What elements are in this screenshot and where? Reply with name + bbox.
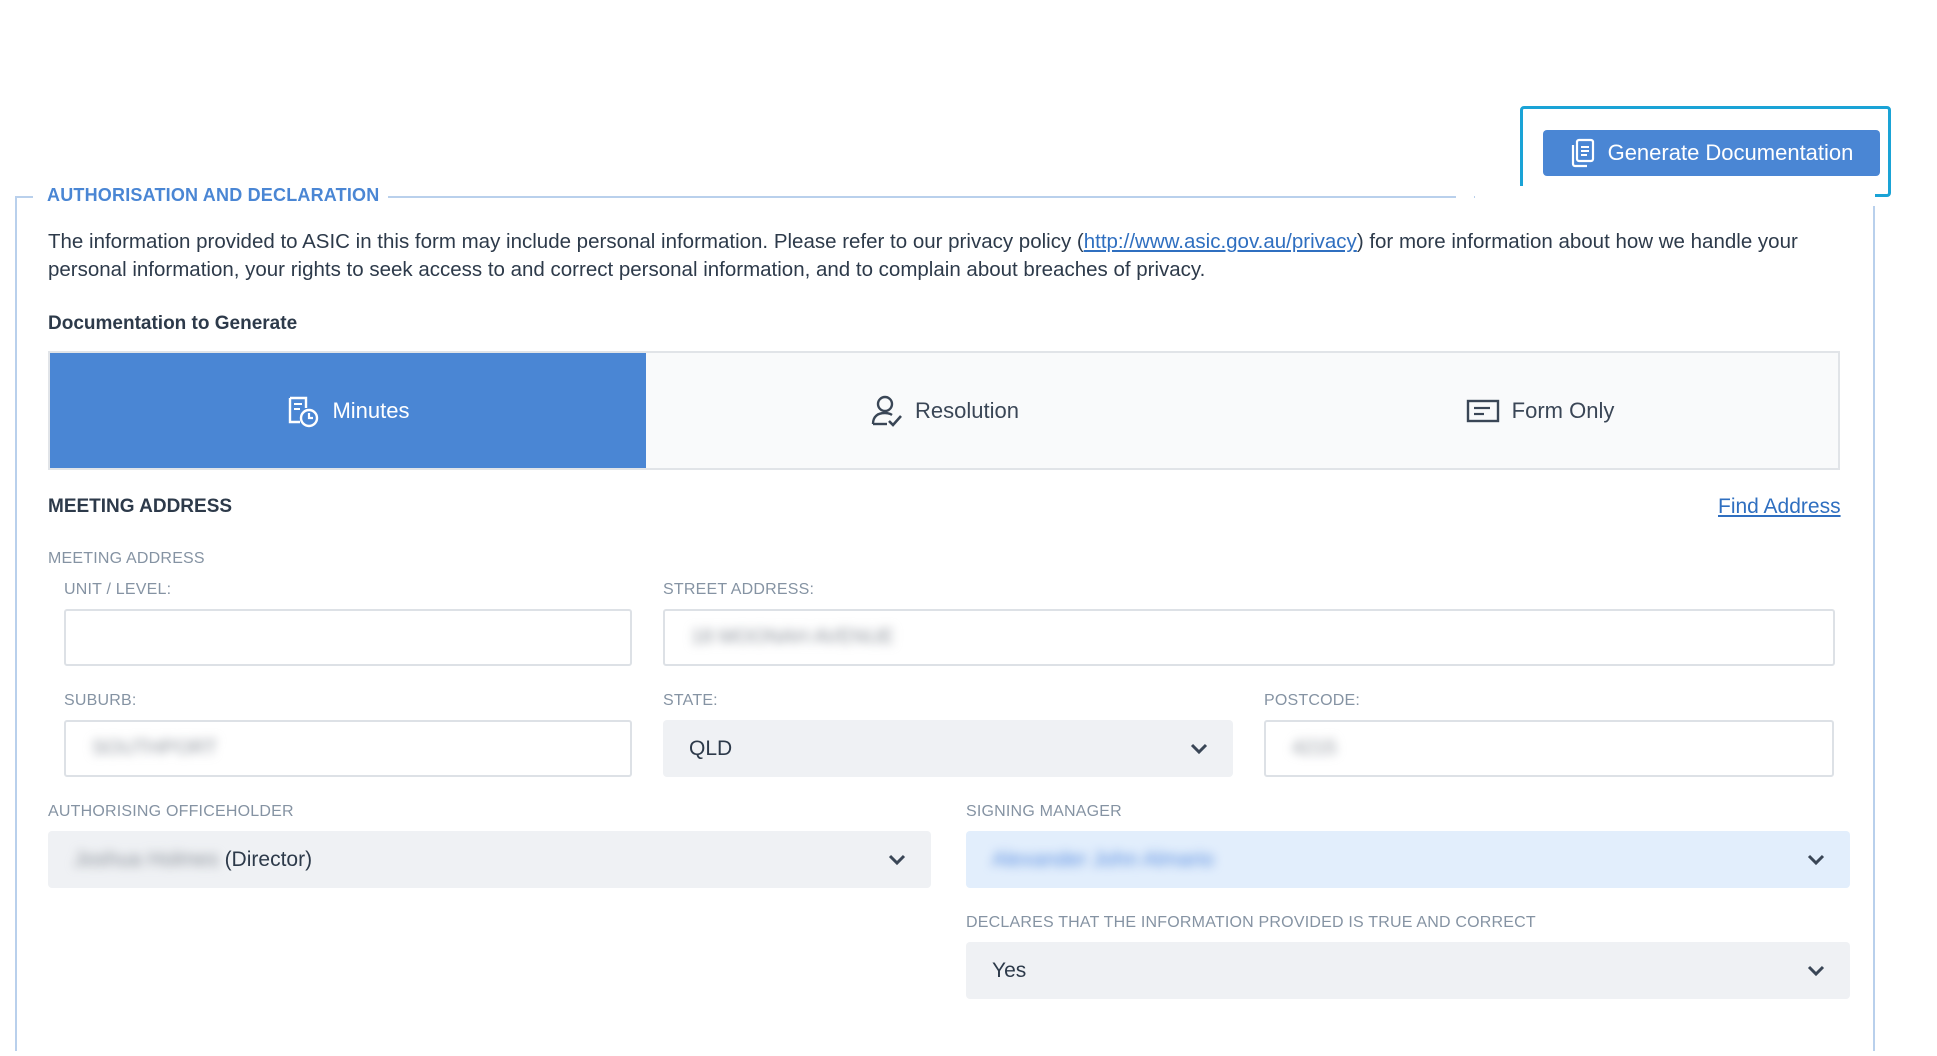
state-select[interactable]: QLD bbox=[663, 720, 1233, 777]
suburb-input[interactable]: SOUTHPORT bbox=[64, 720, 632, 777]
suburb-value: SOUTHPORT bbox=[92, 737, 218, 759]
street-address-input[interactable]: 18 MOONAH AVENUE bbox=[663, 609, 1835, 666]
unit-level-input[interactable] bbox=[64, 609, 632, 666]
chevron-down-icon bbox=[888, 854, 906, 865]
declares-value: Yes bbox=[992, 958, 1027, 982]
authorising-officeholder-label: AUTHORISING OFFICEHOLDER bbox=[48, 803, 294, 820]
unit-level-label: UNIT / LEVEL: bbox=[64, 581, 172, 598]
find-address-link[interactable]: Find Address bbox=[1718, 495, 1841, 519]
option-minutes-label: Minutes bbox=[332, 397, 410, 423]
option-resolution-label: Resolution bbox=[915, 397, 1019, 423]
section-legend: AUTHORISATION AND DECLARATION bbox=[47, 185, 380, 205]
legend-line-left bbox=[15, 196, 33, 198]
option-form-only-label: Form Only bbox=[1511, 397, 1615, 423]
option-minutes[interactable]: Minutes bbox=[50, 353, 646, 468]
privacy-link[interactable]: http://www.asic.gov.au/privacy bbox=[1084, 230, 1357, 253]
postcode-input[interactable]: 4215 bbox=[1264, 720, 1834, 777]
officeholder-name: Joshua Holmes bbox=[74, 847, 219, 871]
signing-manager-label: SIGNING MANAGER bbox=[966, 803, 1122, 820]
signing-manager-value: Alexander John Almario bbox=[992, 847, 1214, 871]
signing-manager-select[interactable]: Alexander John Almario bbox=[966, 831, 1850, 888]
officeholder-role: (Director) bbox=[218, 847, 313, 871]
street-address-label: STREET ADDRESS: bbox=[663, 581, 815, 598]
documents-icon bbox=[1571, 138, 1594, 168]
option-form-only[interactable]: Form Only bbox=[1242, 353, 1838, 468]
generate-documentation-button[interactable]: Generate Documentation bbox=[1543, 130, 1880, 176]
declares-label: DECLARES THAT THE INFORMATION PROVIDED I… bbox=[966, 914, 1536, 931]
state-label: STATE: bbox=[663, 692, 718, 709]
authorising-officeholder-select[interactable]: Joshua Holmes (Director) bbox=[48, 831, 931, 888]
chevron-down-icon bbox=[1807, 854, 1825, 865]
street-address-value: 18 MOONAH AVENUE bbox=[691, 626, 895, 648]
chevron-down-icon bbox=[1807, 965, 1825, 976]
privacy-text-start: The information provided to ASIC in this… bbox=[48, 230, 1084, 253]
meeting-address-group-label: MEETING ADDRESS bbox=[48, 550, 205, 567]
fieldset-top-mask-right bbox=[1475, 186, 1875, 206]
privacy-notice: The information provided to ASIC in this… bbox=[48, 228, 1838, 284]
postcode-value: 4215 bbox=[1292, 737, 1337, 759]
form-icon bbox=[1466, 399, 1499, 422]
documentation-label: Documentation to Generate bbox=[48, 313, 298, 334]
officeholder-value: Joshua Holmes (Director) bbox=[74, 848, 312, 872]
chevron-down-icon bbox=[1190, 743, 1208, 754]
suburb-label: SUBURB: bbox=[64, 692, 137, 709]
documentation-type-selector: Minutes Resolution Form Only bbox=[48, 351, 1840, 470]
generate-documentation-label: Generate Documentation bbox=[1607, 140, 1854, 165]
option-resolution[interactable]: Resolution bbox=[646, 353, 1242, 468]
postcode-label: POSTCODE: bbox=[1264, 692, 1361, 709]
declares-select[interactable]: Yes bbox=[966, 942, 1850, 999]
minutes-icon bbox=[289, 396, 319, 427]
legend-line-right bbox=[388, 196, 1456, 198]
state-value: QLD bbox=[689, 736, 733, 760]
meeting-address-title: MEETING ADDRESS bbox=[48, 496, 233, 517]
resolution-icon bbox=[871, 395, 902, 427]
